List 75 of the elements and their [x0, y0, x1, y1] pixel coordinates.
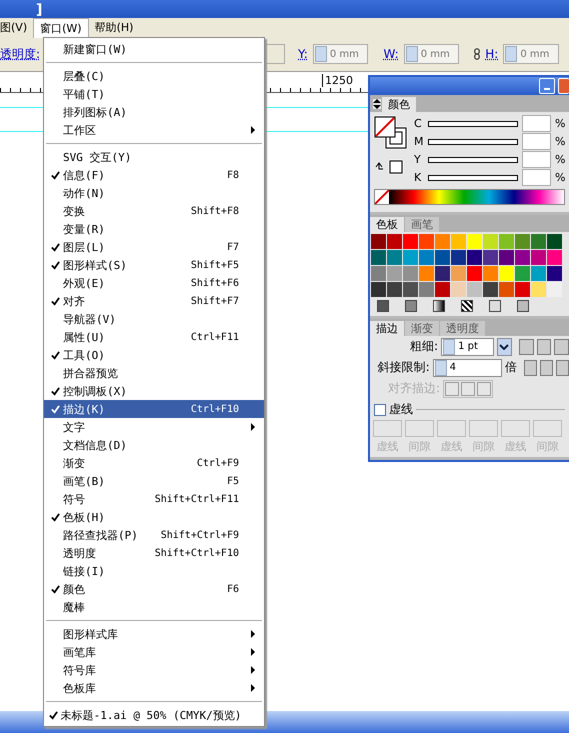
channel-label: Y: [414, 153, 422, 166]
menu-item[interactable]: 拼合器预览: [44, 364, 264, 382]
menu-item[interactable]: 属性(U) Ctrl+F11: [44, 328, 264, 346]
menu-item[interactable]: 动作(N): [44, 184, 264, 202]
menu-item[interactable]: 色板库: [44, 679, 264, 697]
menu-item[interactable]: 层叠(C): [44, 67, 264, 85]
channel-label: K: [414, 171, 422, 184]
menu-item[interactable]: 工作区: [44, 121, 264, 139]
menu-item[interactable]: 未标题-1.ai @ 50% (CMYK/预览): [44, 706, 264, 724]
menu-item[interactable]: 描边(K) Ctrl+F10: [44, 400, 264, 418]
number-field[interactable]: 0 mm: [404, 44, 460, 64]
menu-item[interactable]: 文档信息(D): [44, 436, 264, 454]
menu-item[interactable]: 渐变 Ctrl+F9: [44, 454, 264, 472]
field-label[interactable]: H:: [485, 47, 498, 61]
channel-label: C: [414, 117, 423, 130]
menu-item[interactable]: 画笔(B) F5: [44, 472, 264, 490]
menu-item[interactable]: 外观(E) Shift+F6: [44, 274, 264, 292]
number-field[interactable]: 0 mm: [312, 44, 368, 64]
opacity-label[interactable]: 透明度:: [0, 46, 40, 62]
dash-field-label: 间隙: [408, 439, 430, 454]
panel-tab[interactable]: 颜色: [382, 97, 416, 112]
menu-item[interactable]: 文字: [44, 418, 264, 436]
menu-item[interactable]: 透明度 Shift+Ctrl+F10: [44, 544, 264, 562]
menu-item[interactable]: 路径查找器(P) Shift+Ctrl+F9: [44, 526, 264, 544]
menu-item[interactable]: 平铺(T): [44, 85, 264, 103]
menu-item[interactable]: 工具(O): [44, 346, 264, 364]
menu-item[interactable]: 新建窗口(W): [44, 40, 264, 58]
menu-item[interactable]: 画笔库: [44, 643, 264, 661]
panel-tab[interactable]: 色板: [370, 217, 404, 232]
menu-bar-item[interactable]: 帮助(H): [88, 18, 140, 37]
menu-item[interactable]: 导航器(V): [44, 310, 264, 328]
menu-item[interactable]: 控制调板(X): [44, 382, 264, 400]
miter-label: 斜接限制:: [376, 359, 430, 376]
menu-item[interactable]: SVG 交互(Y): [44, 148, 264, 166]
dash-field-label: 虚线: [376, 439, 398, 454]
menu-item[interactable]: 魔棒: [44, 598, 264, 616]
panel-tab[interactable]: 描边: [370, 321, 404, 336]
field-label[interactable]: W:: [383, 47, 399, 61]
percent-label: %: [555, 135, 566, 148]
field-label[interactable]: Y:: [298, 47, 308, 61]
menu-item[interactable]: 图层(L) F7: [44, 238, 264, 256]
menu-item[interactable]: 变换 Shift+F8: [44, 202, 264, 220]
miter-field[interactable]: 4: [432, 358, 502, 376]
menu-item[interactable]: 颜色 F6: [44, 580, 264, 598]
menu-item[interactable]: 图形样式(S) Shift+F5: [44, 256, 264, 274]
menu-bar-item[interactable]: 窗口(W): [33, 18, 89, 38]
menu-bar-item[interactable]: 图(V): [0, 18, 34, 37]
weight-field[interactable]: 1 pt: [441, 338, 494, 356]
menu-item[interactable]: 信息(F) F8: [44, 166, 264, 184]
menu-item[interactable]: 链接(I): [44, 562, 264, 580]
dash-field-label: 间隙: [536, 439, 558, 454]
panel-tab[interactable]: 透明度: [440, 321, 485, 336]
menu-item[interactable]: 对齐 Shift+F7: [44, 292, 264, 310]
menu-item[interactable]: 图形样式库: [44, 625, 264, 643]
menu-item[interactable]: 符号库: [44, 661, 264, 679]
menu-item[interactable]: 符号 Shift+Ctrl+F11: [44, 490, 264, 508]
dash-field-label: 间隙: [472, 439, 494, 454]
percent-label: %: [555, 117, 566, 130]
menu-item[interactable]: 色板(H): [44, 508, 264, 526]
percent-label: %: [555, 153, 566, 166]
window-title: ]: [36, 2, 42, 18]
checkbox-label: 虚线: [389, 401, 413, 418]
panel-tab[interactable]: 渐变: [405, 321, 439, 336]
menu-item[interactable]: 排列图标(A): [44, 103, 264, 121]
ruler-label: 1250: [322, 74, 353, 87]
dash-field-label: 虚线: [504, 439, 526, 454]
dash-field-label: 虚线: [440, 439, 462, 454]
unit-label: 倍: [505, 359, 518, 376]
menu-item[interactable]: 变量(R): [44, 220, 264, 238]
percent-label: %: [555, 171, 566, 184]
number-field[interactable]: 0 mm: [503, 44, 559, 64]
align-label: 对齐描边:: [386, 380, 440, 397]
weight-label: 粗细:: [409, 338, 438, 355]
panel-tab[interactable]: 画笔: [405, 217, 439, 232]
channel-label: M: [414, 135, 424, 148]
